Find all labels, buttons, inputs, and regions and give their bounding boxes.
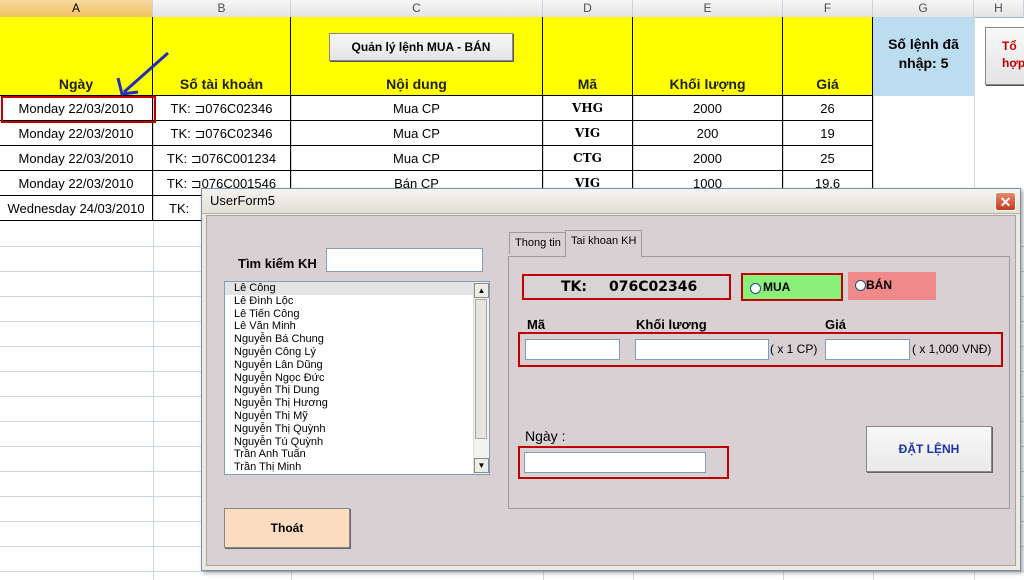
- header-account-label: Số tài khoản: [179, 76, 264, 92]
- column-header-e[interactable]: E: [633, 0, 783, 17]
- header-cell-code[interactable]: Mã: [543, 17, 633, 96]
- manage-orders-button[interactable]: Quản lý lệnh MUA - BÁN: [329, 33, 513, 61]
- account-value: 076C02346: [609, 279, 698, 295]
- account-display: TK: 076C02346: [522, 274, 731, 300]
- header-code-label: Mã: [577, 76, 598, 92]
- buy-radio-label: MUA: [763, 280, 791, 294]
- header-cell-volume[interactable]: Khối lượng: [633, 17, 783, 96]
- dialog-title: UserForm5: [210, 193, 276, 208]
- column-header-b[interactable]: B: [153, 0, 291, 17]
- column-header-c[interactable]: C: [291, 0, 543, 17]
- order-count-cell[interactable]: Số lệnh đã nhập: 5: [873, 17, 974, 96]
- date-label: Ngày :: [525, 428, 566, 444]
- list-item[interactable]: Lê Văn Minh: [225, 320, 489, 333]
- column-header-f[interactable]: F: [783, 0, 873, 17]
- list-item[interactable]: Nguyễn Ngọc Đức: [225, 372, 489, 385]
- list-item[interactable]: Nguyễn Tú Quỳnh: [225, 436, 489, 449]
- cell-volume[interactable]: 2000: [633, 146, 783, 171]
- cell-volume[interactable]: 2000: [633, 96, 783, 121]
- volume-label: Khối lương: [636, 317, 707, 332]
- place-order-button[interactable]: ĐẶT LỆNH: [866, 426, 992, 472]
- cell-code[interactable]: VHG: [543, 96, 633, 121]
- cell-code[interactable]: VIG: [543, 121, 633, 146]
- radio-circle-icon: [750, 283, 761, 294]
- gridline: [0, 571, 1024, 572]
- cell-content[interactable]: Mua CP: [291, 96, 543, 121]
- list-item[interactable]: Lê Tiến Công: [225, 308, 489, 321]
- search-label: Tìm kiếm KH: [238, 256, 317, 271]
- header-content-label: Nội dung: [386, 76, 447, 92]
- summary-button-line2: hợp: [1002, 56, 1024, 70]
- exit-button[interactable]: Thoát: [224, 508, 350, 548]
- scroll-thumb[interactable]: [475, 299, 487, 439]
- column-header-h[interactable]: H: [974, 0, 1024, 17]
- volume-unit: ( x 1 CP): [770, 342, 818, 356]
- radio-circle-icon: [855, 280, 866, 291]
- cell-content[interactable]: Mua CP: [291, 146, 543, 171]
- list-item[interactable]: Nguyễn Lân Dũng: [225, 359, 489, 372]
- date-input[interactable]: [524, 452, 706, 473]
- cell-date[interactable]: Monday 22/03/2010: [0, 121, 153, 146]
- volume-input[interactable]: [635, 339, 769, 360]
- price-label: Giá: [825, 317, 846, 332]
- cell-date[interactable]: Monday 22/03/2010: [0, 146, 153, 171]
- cell-price[interactable]: 26: [783, 96, 873, 121]
- column-header-row: A B C D E F G H: [0, 0, 1024, 18]
- header-cell-account[interactable]: Số tài khoản: [153, 17, 291, 96]
- header-cell-price[interactable]: Giá: [783, 17, 873, 96]
- sell-radio[interactable]: BÁN: [848, 272, 936, 300]
- annotation-arrow-icon: [116, 51, 169, 96]
- order-count-line1: Số lệnh đã: [888, 36, 959, 52]
- cell-price[interactable]: 25: [783, 146, 873, 171]
- code-label: Mã: [527, 317, 546, 332]
- cell-volume[interactable]: 200: [633, 121, 783, 146]
- search-input[interactable]: [326, 248, 483, 272]
- list-item[interactable]: Trần Thị Minh: [225, 461, 489, 474]
- account-label: TK:: [561, 279, 587, 295]
- list-item[interactable]: Nguyễn Thị Quỳnh: [225, 423, 489, 436]
- list-item[interactable]: Nguyễn Thị Dung: [225, 384, 489, 397]
- listbox-scrollbar[interactable]: ▲ ▼: [473, 282, 489, 474]
- list-item[interactable]: Trần Anh Tuấn: [225, 448, 489, 461]
- tab-customer-account[interactable]: Tai khoan KH: [565, 230, 643, 257]
- scroll-up-icon[interactable]: ▲: [474, 283, 489, 298]
- list-item[interactable]: Nguyễn Thị Mỹ: [225, 410, 489, 423]
- summary-button-line1: Tổ: [1002, 39, 1017, 53]
- sell-radio-label: BÁN: [866, 278, 892, 292]
- cell-account[interactable]: TK: ⊐076C02346: [153, 121, 291, 146]
- close-button[interactable]: ✕: [995, 192, 1016, 211]
- column-header-a[interactable]: A: [0, 0, 153, 17]
- cell-content[interactable]: Mua CP: [291, 121, 543, 146]
- list-item[interactable]: Lê Đình Lộc: [225, 295, 489, 308]
- order-count-label: Số lệnh đã nhập: 5: [873, 35, 974, 73]
- dialog-title-bar[interactable]: UserForm5 ✕: [202, 189, 1020, 214]
- column-header-d[interactable]: D: [543, 0, 633, 17]
- price-input[interactable]: [825, 339, 910, 360]
- order-count-line2: nhập: 5: [898, 55, 949, 71]
- list-item[interactable]: Nguyễn Công Lý: [225, 346, 489, 359]
- list-item[interactable]: Lê Công: [225, 282, 489, 295]
- selected-cell-highlight: [1, 96, 156, 123]
- scroll-down-icon[interactable]: ▼: [474, 458, 489, 473]
- list-item[interactable]: Nguyễn Bá Chung: [225, 333, 489, 346]
- customer-listbox[interactable]: Lê Công Lê Đình Lộc Lê Tiến Công Lê Văn …: [224, 281, 490, 475]
- price-unit: ( x 1,000 VNĐ): [912, 342, 992, 356]
- code-input[interactable]: [525, 339, 620, 360]
- cell-date[interactable]: Monday 22/03/2010: [0, 171, 153, 196]
- summary-button[interactable]: Tổ hợp: [985, 27, 1024, 85]
- header-volume-label: Khối lượng: [669, 76, 746, 92]
- buy-radio[interactable]: MUA: [741, 273, 843, 301]
- userform-dialog: UserForm5 ✕ Tìm kiếm KH Lê Công Lê Đình …: [201, 188, 1021, 571]
- cell-price[interactable]: 19: [783, 121, 873, 146]
- column-header-g[interactable]: G: [873, 0, 974, 17]
- cell-date[interactable]: Wednesday 24/03/2010: [0, 196, 153, 221]
- dialog-body: Tìm kiếm KH Lê Công Lê Đình Lộc Lê Tiến …: [206, 215, 1016, 566]
- cell-account[interactable]: TK: ⊐076C02346: [153, 96, 291, 121]
- header-price-label: Giá: [816, 76, 839, 92]
- list-item[interactable]: Nguyễn Thị Hương: [225, 397, 489, 410]
- cell-code[interactable]: CTG: [543, 146, 633, 171]
- cell-account[interactable]: TK: ⊐076C001234: [153, 146, 291, 171]
- tab-info[interactable]: Thong tin: [509, 232, 567, 254]
